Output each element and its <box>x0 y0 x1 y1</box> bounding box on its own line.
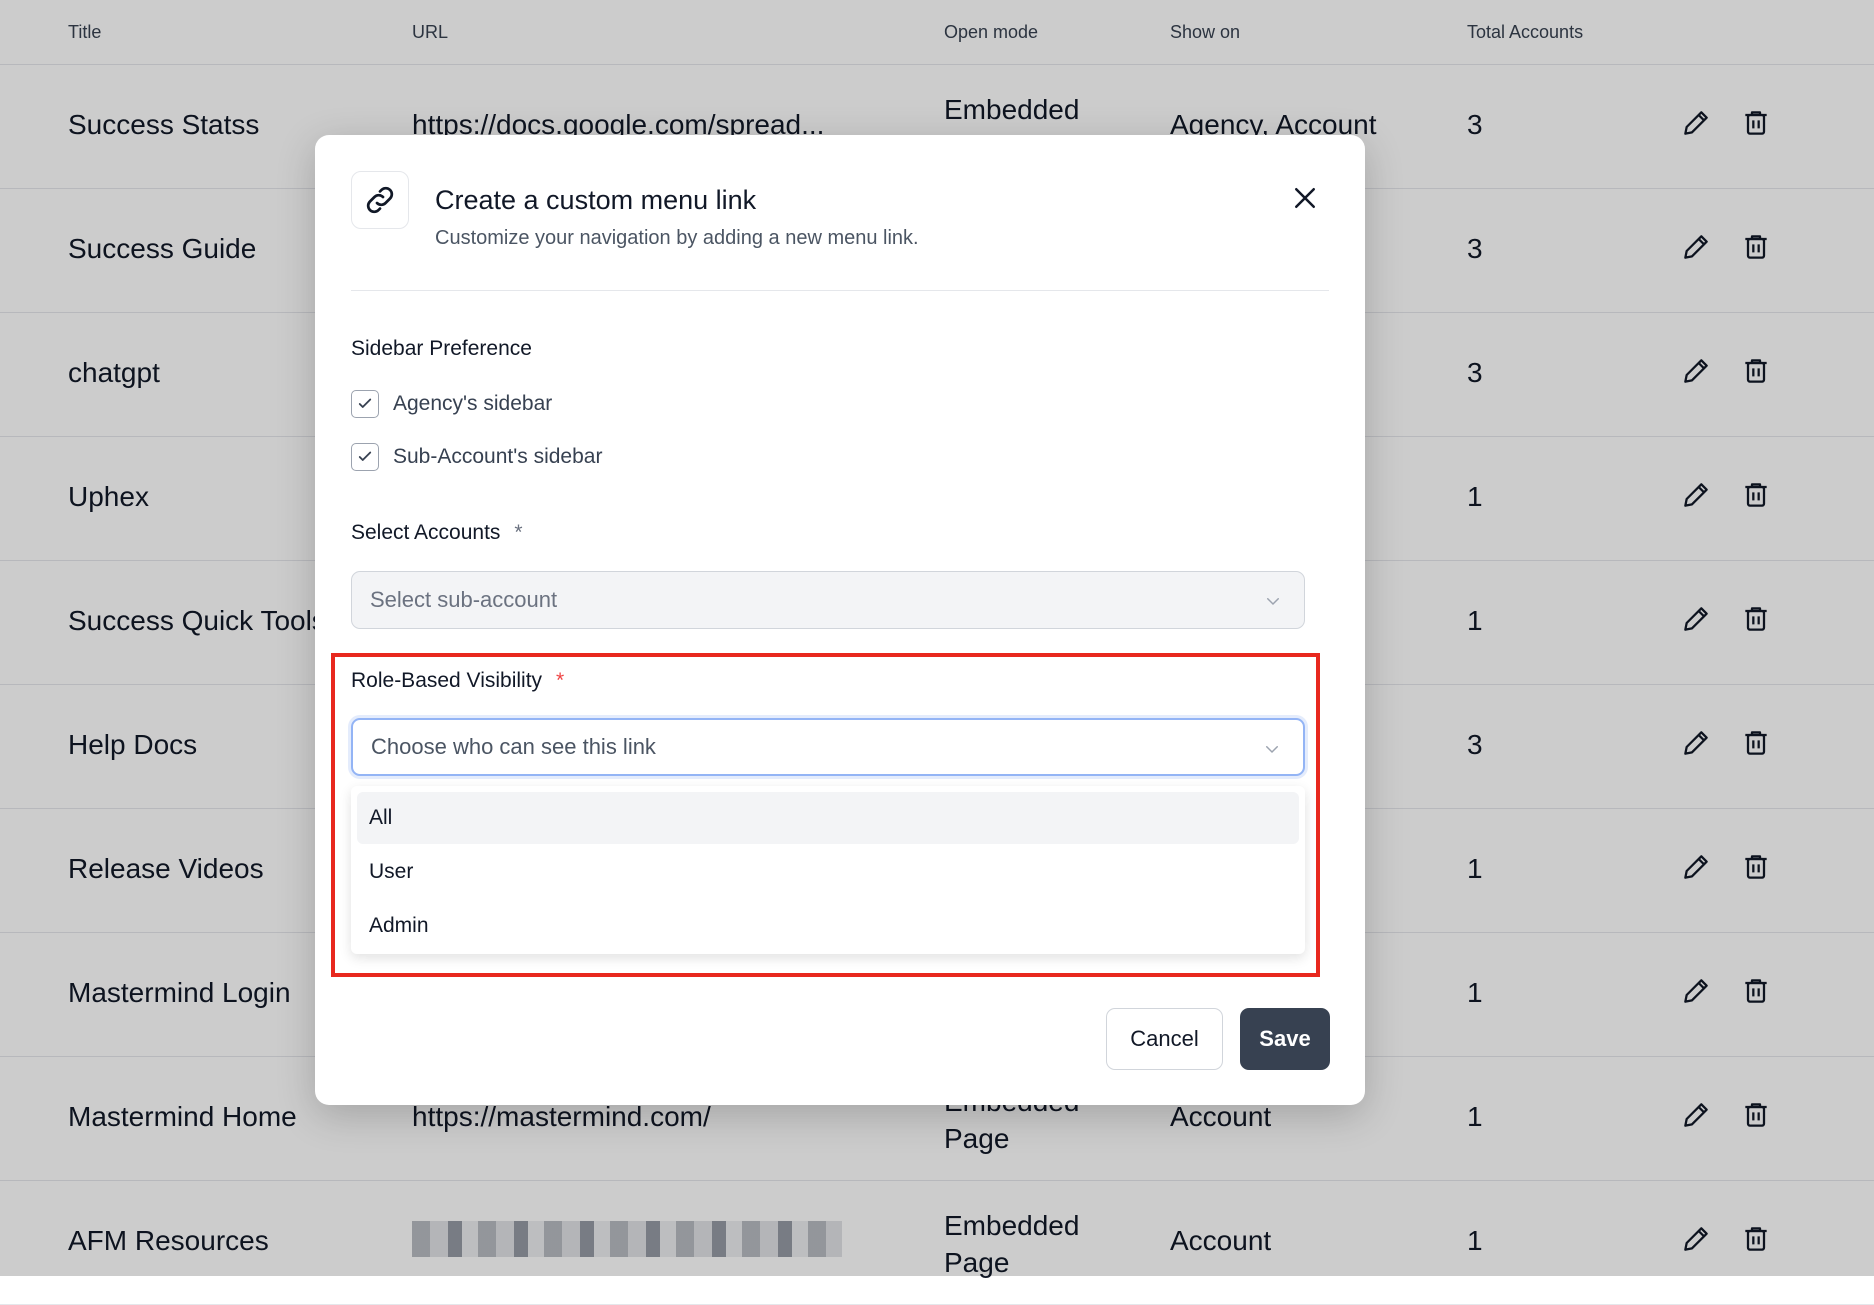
role-option-all[interactable]: All <box>357 792 1299 844</box>
role-options-dropdown: All User Admin <box>351 786 1305 954</box>
create-menu-link-modal: Create a custom menu link Customize your… <box>315 135 1365 1105</box>
divider <box>351 290 1329 291</box>
agency-sidebar-checkbox[interactable] <box>351 390 379 418</box>
agency-sidebar-label: Agency's sidebar <box>393 392 553 415</box>
select-accounts-placeholder: Select sub-account <box>370 587 558 612</box>
select-accounts-dropdown[interactable]: Select sub-account <box>351 571 1305 629</box>
close-icon[interactable] <box>1290 183 1320 213</box>
modal-title: Create a custom menu link <box>435 185 757 215</box>
modal-subtitle: Customize your navigation by adding a ne… <box>435 227 919 249</box>
save-button[interactable]: Save <box>1240 1008 1330 1070</box>
subaccount-sidebar-label: Sub-Account's sidebar <box>393 445 603 468</box>
chevron-down-icon <box>1266 746 1278 754</box>
role-option-user[interactable]: User <box>357 846 1299 898</box>
subaccount-sidebar-option[interactable]: Sub-Account's sidebar <box>351 443 602 471</box>
agency-sidebar-option[interactable]: Agency's sidebar <box>351 390 552 418</box>
cancel-button[interactable]: Cancel <box>1106 1008 1223 1070</box>
required-mark-red: * <box>556 669 565 692</box>
role-visibility-text: Role-Based Visibility <box>351 669 543 692</box>
select-accounts-label: Select Accounts * <box>351 521 523 545</box>
sidebar-preference-label: Sidebar Preference <box>351 337 532 360</box>
link-icon <box>351 171 409 229</box>
role-option-admin[interactable]: Admin <box>357 900 1299 952</box>
select-accounts-text: Select Accounts <box>351 521 501 544</box>
role-visibility-label: Role-Based Visibility * <box>351 669 564 693</box>
role-visibility-select[interactable]: Choose who can see this link <box>351 718 1305 776</box>
required-mark: * <box>514 521 523 544</box>
subaccount-sidebar-checkbox[interactable] <box>351 443 379 471</box>
role-visibility-placeholder: Choose who can see this link <box>371 734 656 759</box>
chevron-down-icon <box>1267 598 1279 606</box>
